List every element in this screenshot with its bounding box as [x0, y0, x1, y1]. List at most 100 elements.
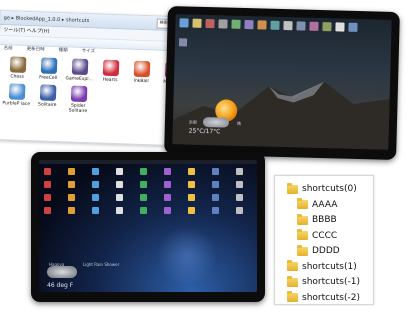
desktop-shortcut-icon[interactable]: [205, 18, 215, 29]
desktop-shortcut-icon[interactable]: [212, 194, 219, 201]
desktop-shortcut-icon[interactable]: [140, 207, 147, 214]
desktop-shortcut-icon[interactable]: [164, 168, 171, 175]
column-name[interactable]: 名前: [3, 45, 13, 53]
desktop-shortcut-icon[interactable]: [92, 207, 99, 214]
desktop-shortcut-icon[interactable]: [309, 21, 319, 31]
address-path[interactable]: ge ▸ BlockedApp_1.0.0 ▸ shortcuts: [4, 15, 154, 26]
desktop-shortcut-icon[interactable]: [283, 21, 293, 31]
tree-item-label: shortcuts(-1): [302, 277, 360, 287]
file-item[interactable]: Spider Solitaire: [63, 85, 93, 114]
desktop-shortcut-icon[interactable]: [116, 207, 123, 214]
file-item[interactable]: GameExpl...: [65, 58, 95, 82]
desktop-shortcut-icon[interactable]: [44, 168, 51, 175]
desktop-shortcut-icon[interactable]: [236, 207, 243, 214]
tree-item[interactable]: BBBB: [297, 213, 337, 227]
desktop-shortcut-icon[interactable]: [188, 207, 195, 214]
file-label: GameExpl...: [65, 76, 93, 83]
desktop-shortcut-icon[interactable]: [236, 181, 243, 188]
desktop-shortcut-icon[interactable]: [164, 181, 171, 188]
tree-item-label: BBBB: [312, 215, 337, 225]
chess-icon: [9, 56, 26, 73]
desktop-shortcut-icon[interactable]: [296, 21, 306, 31]
folder-icon: [297, 229, 308, 240]
hearts-icon: [102, 59, 119, 77]
tree-item[interactable]: CCCC: [297, 229, 337, 243]
file-label: Hearts: [102, 77, 118, 84]
tree-item[interactable]: shortcuts(-2): [287, 291, 360, 305]
file-item[interactable]: Chess: [3, 56, 33, 80]
desktop-shortcut-icon[interactable]: [188, 181, 195, 188]
game-explorer-icon: [71, 58, 88, 76]
desktop-shortcut-icon[interactable]: [335, 22, 345, 32]
desktop-shortcut-icon[interactable]: [231, 19, 241, 29]
desktop-shortcut-icon[interactable]: [322, 22, 332, 32]
weather-cloud-icon: [47, 266, 77, 278]
file-item[interactable]: FreeCell: [34, 57, 64, 81]
desktop-shortcut-icon[interactable]: [244, 20, 254, 30]
tree-item-label: CCCC: [312, 230, 338, 241]
file-item[interactable]: Solitaire: [32, 84, 62, 113]
file-item[interactable]: InkBall: [127, 60, 157, 84]
desktop-shortcut-icon[interactable]: [236, 168, 243, 175]
desktop-shortcut-icon[interactable]: [140, 168, 147, 175]
desktop-shortcut-icon[interactable]: [44, 207, 51, 214]
desktop-shortcut-icon[interactable]: [192, 18, 202, 28]
desktop-shortcut-icon[interactable]: [188, 168, 195, 175]
desktop-shortcut-icon[interactable]: [68, 207, 75, 214]
desktop-shortcut-icon[interactable]: [236, 194, 243, 201]
folder-icon: [297, 198, 308, 209]
desktop-shortcut-icon[interactable]: [68, 168, 75, 175]
tablet-bottom-screen: Hagoya Light Rain Shower 46 deg F: [39, 160, 257, 292]
desktop-shortcut-icon[interactable]: [218, 19, 228, 29]
desktop-shortcut-icon[interactable]: [348, 22, 358, 32]
desktop-shortcut-icon[interactable]: [116, 194, 123, 201]
desktop-icon-row: [179, 18, 387, 32]
desktop-side-icon[interactable]: [178, 38, 188, 47]
tree-item[interactable]: shortcuts(-1): [287, 275, 360, 289]
desktop-shortcut-icon[interactable]: [164, 207, 171, 214]
file-label: FreeCell: [39, 75, 58, 82]
desktop-shortcut-icon[interactable]: [92, 168, 99, 175]
file-label: PurbleP lace: [2, 101, 31, 108]
desktop-shortcut-icon[interactable]: [212, 181, 219, 188]
file-item[interactable]: PurbleP lace: [1, 83, 31, 112]
column-type[interactable]: 種類: [58, 47, 68, 55]
folder-icon: [287, 260, 298, 271]
tree-item-label: shortcuts(0): [302, 184, 357, 194]
tablet-top-screen: 京都 晴 25°C/17°C: [172, 14, 392, 150]
folder-icon: [287, 275, 298, 287]
tree-item[interactable]: DDDD: [297, 244, 340, 258]
solitaire-icon: [39, 84, 56, 101]
desktop-shortcut-icon[interactable]: [44, 194, 51, 201]
folder-icon: [287, 182, 298, 194]
tree-item[interactable]: AAAA: [297, 198, 337, 212]
tree-item[interactable]: shortcuts(0): [287, 182, 357, 196]
desktop-shortcut-icon[interactable]: [116, 168, 123, 175]
column-modified[interactable]: 更新日時: [26, 46, 45, 55]
desktop-shortcut-icon[interactable]: [188, 194, 195, 201]
desktop-shortcut-icon[interactable]: [140, 181, 147, 188]
file-item[interactable]: Hearts: [96, 59, 126, 83]
desktop-shortcut-icon[interactable]: [179, 18, 189, 28]
desktop-shortcut-icon[interactable]: [68, 181, 75, 188]
mountain-wallpaper: [172, 81, 390, 150]
column-size[interactable]: サイズ: [81, 48, 96, 56]
desktop-shortcut-icon[interactable]: [116, 181, 123, 188]
file-label: Chess: [10, 74, 24, 80]
desktop-shortcut-icon[interactable]: [212, 207, 219, 214]
weather-city: 京都: [188, 119, 198, 125]
tree-item[interactable]: shortcuts(1): [287, 260, 357, 274]
weather-label: 晴: [236, 120, 241, 126]
weather-condition: Light Rain Shower: [83, 262, 120, 267]
desktop-shortcut-icon[interactable]: [164, 194, 171, 201]
desktop-shortcut-icon[interactable]: [92, 181, 99, 188]
desktop-shortcut-icon[interactable]: [44, 181, 51, 188]
desktop-shortcut-icon[interactable]: [140, 194, 147, 201]
file-label: Solitaire: [37, 102, 57, 109]
desktop-shortcut-icon[interactable]: [92, 194, 99, 201]
tree-item-label: shortcuts(-2): [302, 292, 360, 303]
desktop-shortcut-icon[interactable]: [270, 20, 280, 30]
desktop-shortcut-icon[interactable]: [257, 20, 267, 30]
desktop-shortcut-icon[interactable]: [68, 194, 75, 201]
desktop-shortcut-icon[interactable]: [212, 168, 219, 175]
